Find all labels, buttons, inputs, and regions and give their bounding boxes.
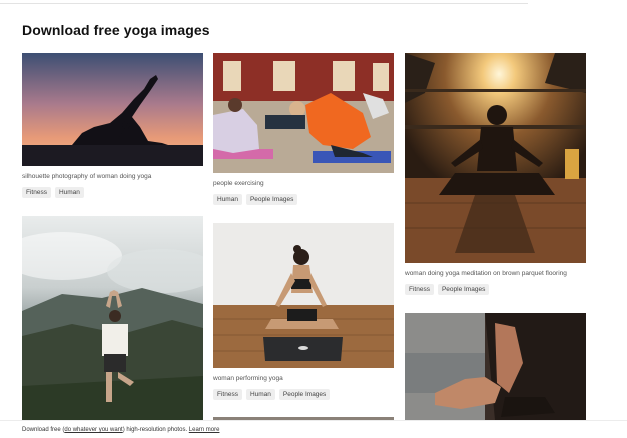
meditation-sunset-photo[interactable] — [405, 53, 586, 263]
image-card[interactable] — [22, 216, 203, 420]
page-title: Download free yoga images — [22, 22, 210, 38]
tag-human[interactable]: Human — [54, 187, 84, 198]
tag-list: Fitness Human — [22, 187, 203, 198]
group-exercise-photo[interactable] — [213, 53, 394, 173]
license-link[interactable]: do whatever you want — [64, 427, 122, 433]
tag-people-images[interactable]: People Images — [278, 389, 331, 400]
tag-fitness[interactable]: Fitness — [213, 389, 242, 400]
top-divider — [0, 3, 528, 4]
meditation-hands-photo[interactable] — [405, 313, 586, 420]
image-caption: people exercising — [213, 180, 264, 187]
tag-people-images[interactable]: People Images — [437, 284, 490, 295]
tag-fitness[interactable]: Fitness — [405, 284, 434, 295]
tag-people-images[interactable]: People Images — [245, 194, 298, 205]
tag-fitness[interactable]: Fitness — [22, 187, 51, 198]
mountain-yoga-photo[interactable] — [22, 216, 203, 420]
image-caption: woman performing yoga — [213, 375, 283, 382]
image-card[interactable] — [405, 313, 586, 420]
woman-meditating-mat-photo[interactable] — [213, 223, 394, 368]
tag-list: Human People Images — [213, 194, 394, 205]
image-card[interactable]: woman doing yoga meditation on brown par… — [405, 53, 586, 295]
license-footer: Download free (do whatever you want) hig… — [0, 420, 627, 438]
footer-text-end: ) high-resolution photos. — [122, 427, 188, 433]
image-caption: woman doing yoga meditation on brown par… — [405, 270, 567, 277]
image-card[interactable]: people exercising Human People Images — [213, 53, 394, 205]
footer-text-start: Download free ( — [22, 427, 65, 433]
image-card[interactable]: silhouette photography of woman doing yo… — [22, 53, 203, 198]
image-card[interactable]: woman performing yoga Fitness Human Peop… — [213, 223, 394, 400]
tag-human[interactable]: Human — [213, 194, 242, 205]
yoga-silhouette-photo[interactable] — [22, 53, 203, 166]
image-caption: silhouette photography of woman doing yo… — [22, 173, 152, 180]
learn-more-link[interactable]: Learn more — [189, 427, 220, 433]
tag-list: Fitness Human People Images — [213, 389, 394, 400]
tag-human[interactable]: Human — [245, 389, 275, 400]
tag-list: Fitness People Images — [405, 284, 586, 295]
